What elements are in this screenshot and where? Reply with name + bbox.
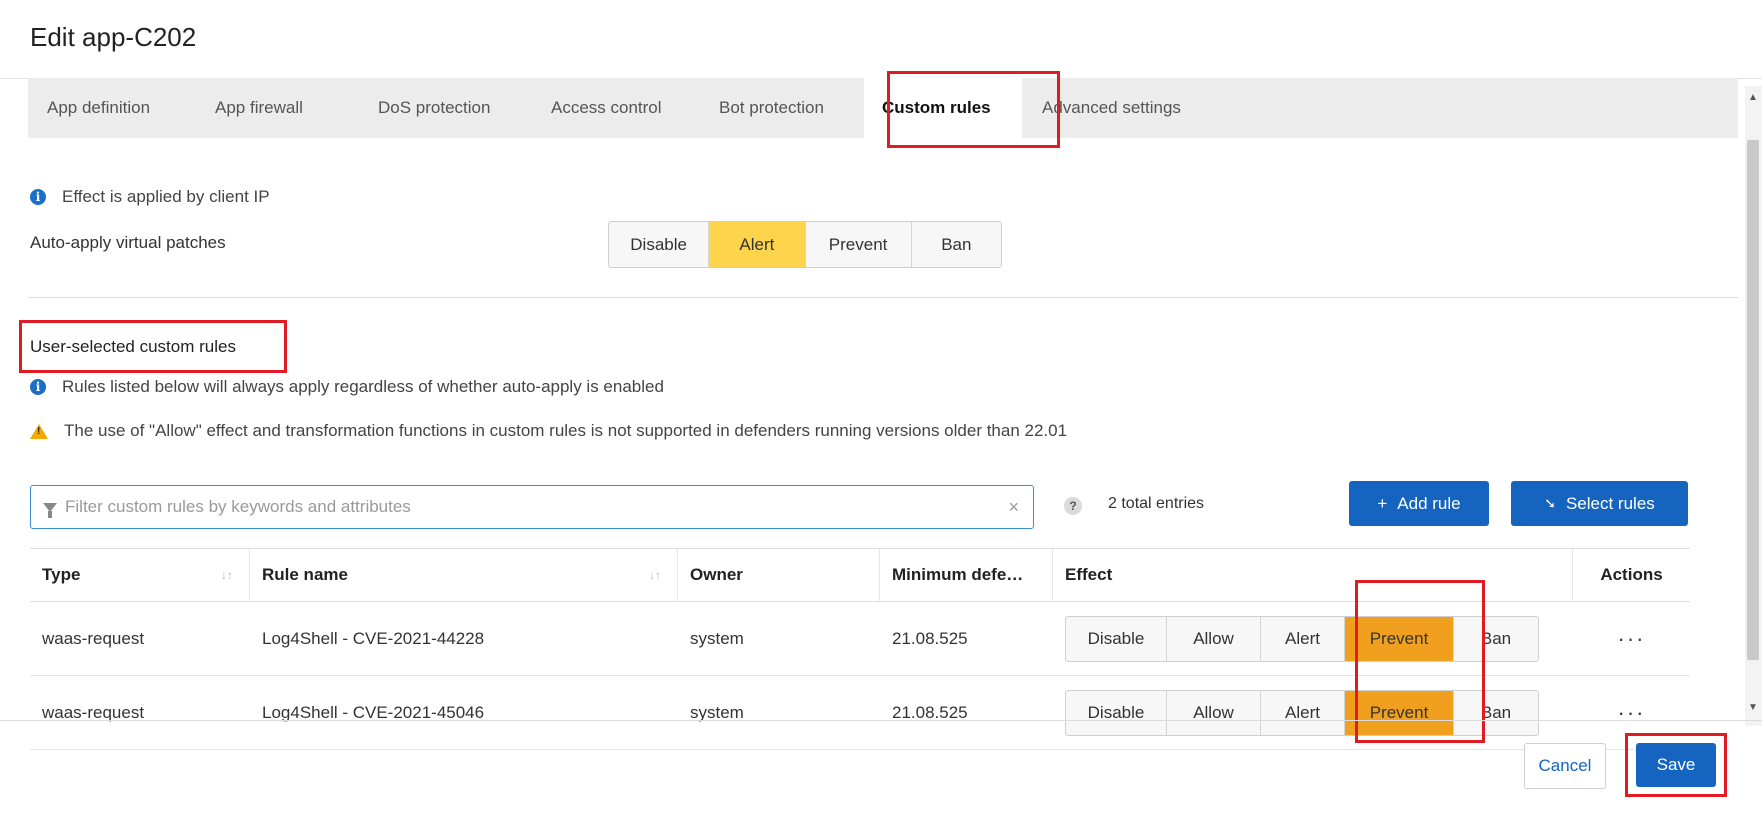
tab-bar: App definition App firewall DoS protecti… bbox=[28, 78, 1738, 138]
save-button[interactable]: Save bbox=[1636, 743, 1716, 787]
cell-min-defender: 21.08.525 bbox=[892, 628, 968, 648]
column-header-rule-name[interactable]: Rule name ↓↑ bbox=[250, 549, 678, 601]
column-header-type-label: Type bbox=[42, 565, 81, 584]
help-icon[interactable]: ? bbox=[1064, 497, 1082, 515]
clear-icon[interactable]: × bbox=[1008, 497, 1019, 518]
section-divider bbox=[28, 297, 1738, 298]
add-rule-label: Add rule bbox=[1397, 493, 1461, 513]
rules-warning-text: The use of "Allow" effect and transforma… bbox=[64, 421, 1068, 440]
plus-icon: + bbox=[1377, 493, 1388, 513]
tab-access-control[interactable]: Access control bbox=[533, 78, 701, 138]
info-icon: i bbox=[30, 189, 46, 205]
row-actions-menu[interactable]: ··· bbox=[1573, 676, 1690, 749]
edit-app-dialog: Edit app-C202 App definition App firewal… bbox=[0, 0, 1762, 830]
effect-alert-option[interactable]: Alert bbox=[1261, 691, 1345, 735]
select-rules-button[interactable]: ➘ Select rules bbox=[1511, 481, 1688, 526]
sort-icon[interactable]: ↓↑ bbox=[221, 568, 233, 582]
column-header-rule-name-label: Rule name bbox=[262, 565, 348, 584]
table-header: Type ↓↑ Rule name ↓↑ Owner Minimum defe…… bbox=[30, 549, 1690, 602]
select-rules-label: Select rules bbox=[1565, 493, 1655, 513]
column-header-effect: Effect bbox=[1053, 549, 1573, 601]
cell-type: waas-request bbox=[42, 702, 145, 722]
rules-warning-line: The use of "Allow" effect and transforma… bbox=[30, 421, 1067, 441]
table-row: waas-request Log4Shell - CVE-2021-44228 … bbox=[30, 602, 1690, 676]
column-header-min-defender-label: Minimum defe… bbox=[892, 565, 1024, 584]
filter-box: × bbox=[30, 485, 1034, 529]
cell-effect: Disable Allow Alert Prevent Ban bbox=[1053, 602, 1573, 675]
dialog-title: Edit app-C202 bbox=[30, 22, 197, 52]
tab-app-firewall[interactable]: App firewall bbox=[197, 78, 360, 138]
effect-allow-option[interactable]: Allow bbox=[1167, 691, 1261, 735]
warning-icon bbox=[30, 423, 48, 439]
cancel-button[interactable]: Cancel bbox=[1524, 743, 1606, 789]
effect-selector: Disable Allow Alert Prevent Ban bbox=[1065, 690, 1539, 736]
cell-owner: system bbox=[690, 702, 744, 722]
effect-prevent-option[interactable]: Prevent bbox=[1345, 617, 1454, 661]
cell-min-defender: 21.08.525 bbox=[892, 702, 968, 722]
column-header-actions: Actions bbox=[1573, 549, 1690, 601]
effect-selector: Disable Allow Alert Prevent Ban bbox=[1065, 616, 1539, 662]
effect-disable-option[interactable]: Disable bbox=[1066, 691, 1167, 735]
cell-effect: Disable Allow Alert Prevent Ban bbox=[1053, 676, 1573, 749]
ip-info-line: i Effect is applied by client IP bbox=[30, 187, 270, 207]
filter-icon bbox=[43, 502, 57, 518]
auto-apply-ban-option[interactable]: Ban bbox=[912, 222, 1001, 267]
effect-ban-option[interactable]: Ban bbox=[1454, 691, 1538, 735]
total-entries: 2 total entries bbox=[1108, 495, 1205, 512]
table-row: waas-request Log4Shell - CVE-2021-45046 … bbox=[30, 676, 1690, 750]
scrollbar-thumb[interactable] bbox=[1747, 140, 1759, 660]
tab-custom-rules[interactable]: Custom rules bbox=[864, 78, 1022, 138]
tab-advanced-settings[interactable]: Advanced settings bbox=[1022, 78, 1242, 138]
column-header-effect-label: Effect bbox=[1065, 565, 1113, 584]
column-header-owner-label: Owner bbox=[690, 565, 743, 584]
cell-rule-name: Log4Shell - CVE-2021-44228 bbox=[262, 628, 485, 648]
scroll-down-icon[interactable]: ▼ bbox=[1747, 702, 1759, 713]
column-header-type[interactable]: Type ↓↑ bbox=[30, 549, 250, 601]
tab-bot-protection[interactable]: Bot protection bbox=[701, 78, 864, 138]
add-rule-button[interactable]: + Add rule bbox=[1349, 481, 1489, 526]
effect-disable-option[interactable]: Disable bbox=[1066, 617, 1167, 661]
rules-info-line: i Rules listed below will always apply r… bbox=[30, 377, 664, 397]
auto-apply-alert-option[interactable]: Alert bbox=[709, 222, 806, 267]
tab-dos-protection[interactable]: DoS protection bbox=[360, 78, 533, 138]
cell-type: waas-request bbox=[42, 628, 145, 648]
ip-info-text: Effect is applied by client IP bbox=[62, 187, 270, 206]
scroll-up-icon[interactable]: ▲ bbox=[1747, 92, 1759, 103]
tab-app-definition[interactable]: App definition bbox=[28, 78, 197, 138]
info-icon: i bbox=[30, 379, 46, 395]
auto-apply-effect-selector: Disable Alert Prevent Ban bbox=[608, 221, 1002, 268]
auto-apply-disable-option[interactable]: Disable bbox=[609, 222, 710, 267]
effect-ban-option[interactable]: Ban bbox=[1454, 617, 1538, 661]
footer-divider bbox=[0, 720, 1762, 721]
cell-rule-name: Log4Shell - CVE-2021-45046 bbox=[262, 702, 485, 722]
filter-input[interactable] bbox=[57, 497, 1009, 517]
effect-alert-option[interactable]: Alert bbox=[1261, 617, 1345, 661]
effect-allow-option[interactable]: Allow bbox=[1167, 617, 1261, 661]
auto-apply-prevent-option[interactable]: Prevent bbox=[806, 222, 912, 267]
row-actions-menu[interactable]: ··· bbox=[1573, 602, 1690, 675]
auto-apply-label-text: Auto-apply virtual patches bbox=[30, 233, 226, 252]
column-header-actions-label: Actions bbox=[1600, 565, 1663, 584]
effect-prevent-option[interactable]: Prevent bbox=[1345, 691, 1454, 735]
custom-rules-heading-text: User-selected custom rules bbox=[30, 337, 236, 356]
column-header-owner: Owner bbox=[678, 549, 880, 601]
column-header-min-defender: Minimum defe… bbox=[880, 549, 1053, 601]
select-cursor-icon: ➘ bbox=[1544, 495, 1556, 511]
sort-icon[interactable]: ↓↑ bbox=[649, 568, 661, 582]
auto-apply-label: Auto-apply virtual patches bbox=[30, 233, 226, 253]
custom-rules-heading: User-selected custom rules bbox=[30, 337, 236, 357]
cell-owner: system bbox=[690, 628, 744, 648]
rules-info-text: Rules listed below will always apply reg… bbox=[62, 377, 664, 396]
